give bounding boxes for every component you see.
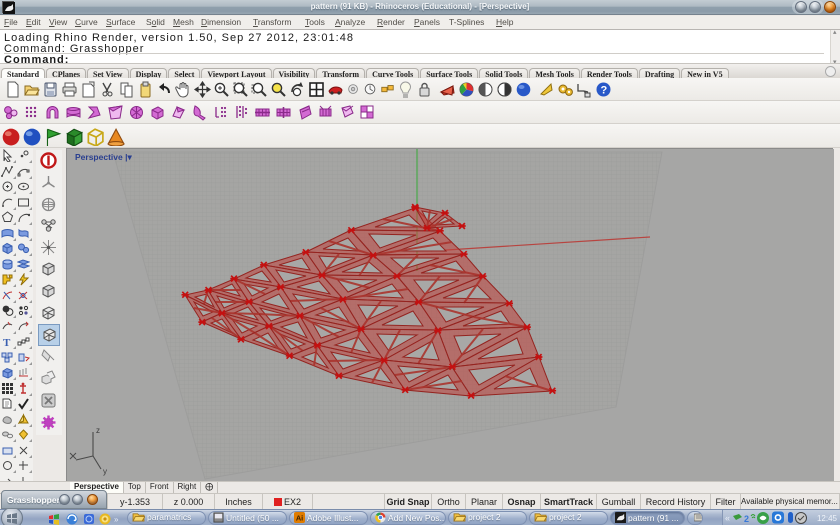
svg-text:Ai: Ai (296, 514, 303, 523)
svg-text:?: ? (601, 85, 608, 97)
svg-text:«: « (725, 513, 730, 523)
svg-text:y: y (103, 467, 107, 476)
svg-text:2: 2 (744, 514, 749, 524)
svg-text:z: z (96, 426, 100, 435)
svg-text:T: T (3, 337, 11, 348)
